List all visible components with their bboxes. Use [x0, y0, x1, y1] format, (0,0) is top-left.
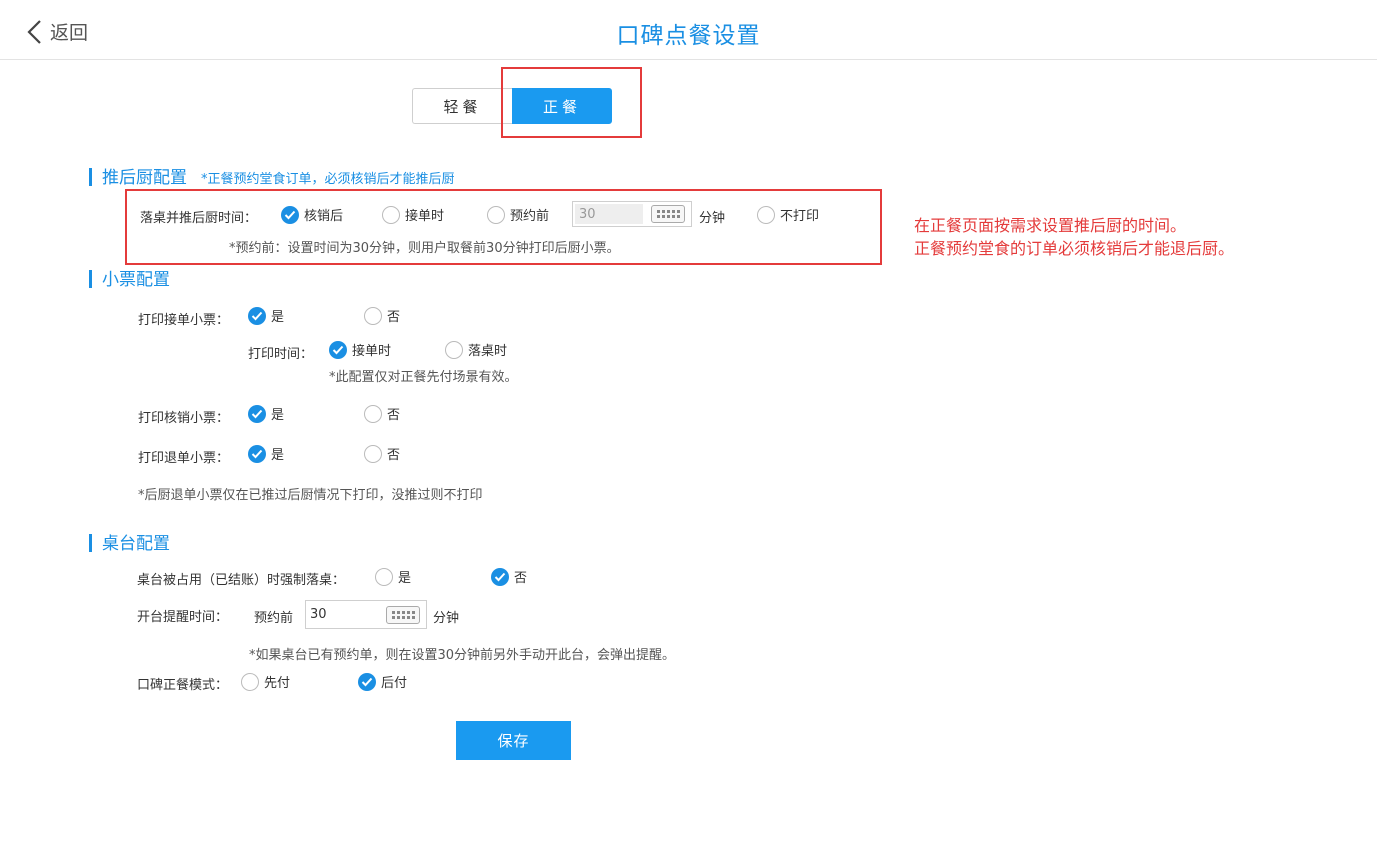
highlight-box-tab	[501, 67, 642, 138]
option-label: 先付	[264, 676, 291, 691]
option-label: 是	[271, 408, 285, 423]
section-marker	[89, 534, 92, 552]
radio-unchecked-icon	[364, 306, 382, 325]
option-label: 否	[514, 571, 528, 586]
print-time-label: 打印时间：	[248, 347, 314, 362]
unit-label: 分钟	[699, 211, 726, 226]
section-marker	[89, 270, 92, 288]
radio-refund-no[interactable]: 否	[364, 444, 400, 463]
section-note: *正餐预约堂食订单，必须核销后才能推后厨	[201, 172, 455, 187]
save-button[interactable]: 保存	[456, 721, 571, 760]
annotation-line: 正餐预约堂食的订单必须核销后才能退后厨。	[914, 239, 1235, 258]
print-verify-label: 打印核销小票：	[138, 411, 230, 426]
radio-kitchen-accept[interactable]: 接单时	[382, 205, 444, 224]
option-label: 落桌时	[468, 344, 508, 359]
print-time-note: *此配置仅对正餐先付场景有效。	[329, 370, 518, 385]
section-title: 小票配置	[102, 270, 170, 290]
remind-label: 开台提醒时间：	[137, 610, 229, 625]
radio-checked-icon	[248, 444, 266, 463]
remind-prefix: 预约前	[254, 611, 294, 626]
section-marker	[89, 168, 92, 186]
option-label: 否	[387, 408, 401, 423]
keyboard-icon[interactable]	[651, 205, 685, 223]
option-label: 否	[387, 310, 401, 325]
radio-kitchen-verify[interactable]: 核销后	[281, 205, 343, 224]
radio-unchecked-icon	[445, 340, 463, 359]
option-label: 是	[271, 448, 285, 463]
radio-occupied-no[interactable]: 否	[491, 567, 527, 586]
section-table-header: 桌台配置	[89, 529, 170, 554]
option-label: 核销后	[304, 209, 344, 224]
header-divider	[0, 59, 1377, 60]
radio-checked-icon	[248, 404, 266, 423]
radio-unchecked-icon	[364, 404, 382, 423]
occupied-label: 桌台被占用（已结账）时强制落桌：	[137, 573, 346, 588]
reserve-minutes-field: 30	[575, 204, 643, 224]
remind-unit: 分钟	[433, 611, 460, 626]
mode-label: 口碑正餐模式：	[137, 678, 229, 693]
radio-unchecked-icon	[364, 444, 382, 463]
option-label: 否	[387, 448, 401, 463]
reserve-minutes-value: 30	[579, 206, 596, 222]
option-label: 不打印	[780, 209, 820, 224]
option-label: 接单时	[405, 209, 445, 224]
option-label: 是	[271, 310, 285, 325]
section-title: 桌台配置	[102, 534, 170, 554]
radio-checked-icon	[281, 205, 299, 224]
radio-unchecked-icon	[487, 205, 505, 224]
radio-checked-icon	[248, 306, 266, 325]
radio-unchecked-icon	[757, 205, 775, 224]
radio-occupied-yes[interactable]: 是	[375, 567, 411, 586]
annotation-text: 在正餐页面按需求设置推后厨的时间。 正餐预约堂食的订单必须核销后才能退后厨。	[914, 214, 1234, 260]
section-title: 推后厨配置	[102, 168, 187, 188]
kitchen-time-label: 落桌并推后厨时间：	[140, 211, 258, 226]
remind-minutes-input[interactable]: 30	[305, 600, 427, 629]
remind-note: *如果桌台已有预约单，则在设置30分钟前另外手动开此台，会弹出提醒。	[249, 648, 676, 663]
print-refund-label: 打印退单小票：	[138, 451, 230, 466]
radio-verify-yes[interactable]: 是	[248, 404, 284, 423]
radio-kitchen-noprint[interactable]: 不打印	[757, 205, 819, 224]
keyboard-icon[interactable]	[386, 605, 420, 624]
radio-unchecked-icon	[241, 672, 259, 691]
radio-verify-no[interactable]: 否	[364, 404, 400, 423]
option-label: 接单时	[352, 344, 392, 359]
annotation-line: 在正餐页面按需求设置推后厨的时间。	[914, 216, 1187, 235]
radio-unchecked-icon	[375, 567, 393, 586]
radio-checked-icon	[358, 672, 376, 691]
kitchen-hint: *预约前：设置时间为30分钟，则用户取餐前30分钟打印后厨小票。	[229, 241, 620, 256]
radio-mode-prepay[interactable]: 先付	[241, 672, 290, 691]
option-label: 预约前	[510, 209, 550, 224]
section-receipt-header: 小票配置	[89, 265, 170, 290]
section-kitchen-header: 推后厨配置 *正餐预约堂食订单，必须核销后才能推后厨	[89, 163, 455, 188]
reserve-minutes-input[interactable]: 30	[572, 201, 692, 227]
remind-minutes-value: 30	[310, 607, 327, 622]
page-title: 口碑点餐设置	[616, 23, 761, 49]
tab-light-meal[interactable]: 轻餐	[412, 88, 512, 124]
radio-refund-yes[interactable]: 是	[248, 444, 284, 463]
option-label: 是	[398, 571, 412, 586]
radio-accept-yes[interactable]: 是	[248, 306, 284, 325]
radio-unchecked-icon	[382, 205, 400, 224]
radio-accept-no[interactable]: 否	[364, 306, 400, 325]
option-label: 后付	[381, 676, 408, 691]
refund-note: *后厨退单小票仅在已推过后厨情况下打印，没推过则不打印	[138, 488, 483, 503]
radio-checked-icon	[329, 340, 347, 359]
radio-checked-icon	[491, 567, 509, 586]
radio-kitchen-reserve[interactable]: 预约前	[487, 205, 549, 224]
print-accept-label: 打印接单小票：	[138, 313, 230, 328]
radio-time-accept[interactable]: 接单时	[329, 340, 391, 359]
radio-time-seat[interactable]: 落桌时	[445, 340, 507, 359]
radio-mode-postpay[interactable]: 后付	[358, 672, 407, 691]
